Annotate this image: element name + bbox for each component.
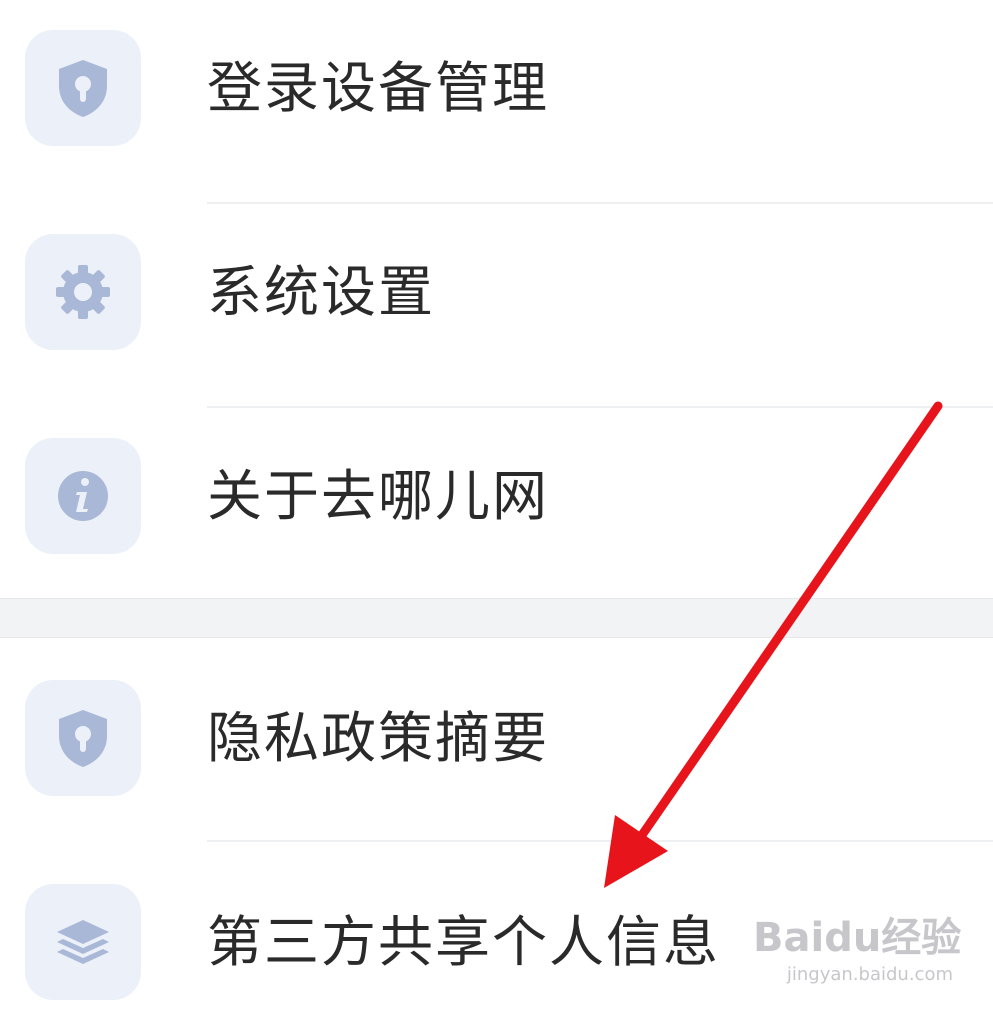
watermark: Baidu经验 jingyan.baidu.com — [753, 912, 962, 1012]
settings-item-label: 关于去哪儿网 — [207, 464, 550, 528]
settings-item-privacy-policy-summary[interactable]: 隐私政策摘要 — [0, 638, 993, 842]
settings-item-login-device-management[interactable]: 登录设备管理 — [0, 0, 993, 204]
settings-item-label: 系统设置 — [207, 260, 436, 324]
watermark-logo: Baidu经验 — [753, 915, 962, 961]
settings-item-label: 登录设备管理 — [207, 56, 550, 120]
settings-item-label: 隐私政策摘要 — [207, 706, 550, 770]
icon-tile — [25, 438, 141, 554]
info-icon — [58, 471, 108, 521]
layers-icon — [57, 920, 109, 964]
settings-item-about[interactable]: 关于去哪儿网 — [0, 408, 993, 612]
icon-tile — [25, 30, 141, 146]
watermark-url: jingyan.baidu.com — [786, 964, 953, 985]
section-separator — [0, 598, 993, 638]
shield-lock-icon — [59, 60, 107, 117]
gear-icon — [56, 265, 110, 319]
settings-item-label: 第三方共享个人信息 — [207, 910, 721, 974]
icon-tile — [25, 884, 141, 1000]
shield-lock-icon — [59, 710, 107, 767]
settings-item-system-settings[interactable]: 系统设置 — [0, 204, 993, 408]
settings-group-1: 登录设备管理 系统设置 关于去哪儿网 — [0, 0, 993, 598]
icon-tile — [25, 234, 141, 350]
icon-tile — [25, 680, 141, 796]
